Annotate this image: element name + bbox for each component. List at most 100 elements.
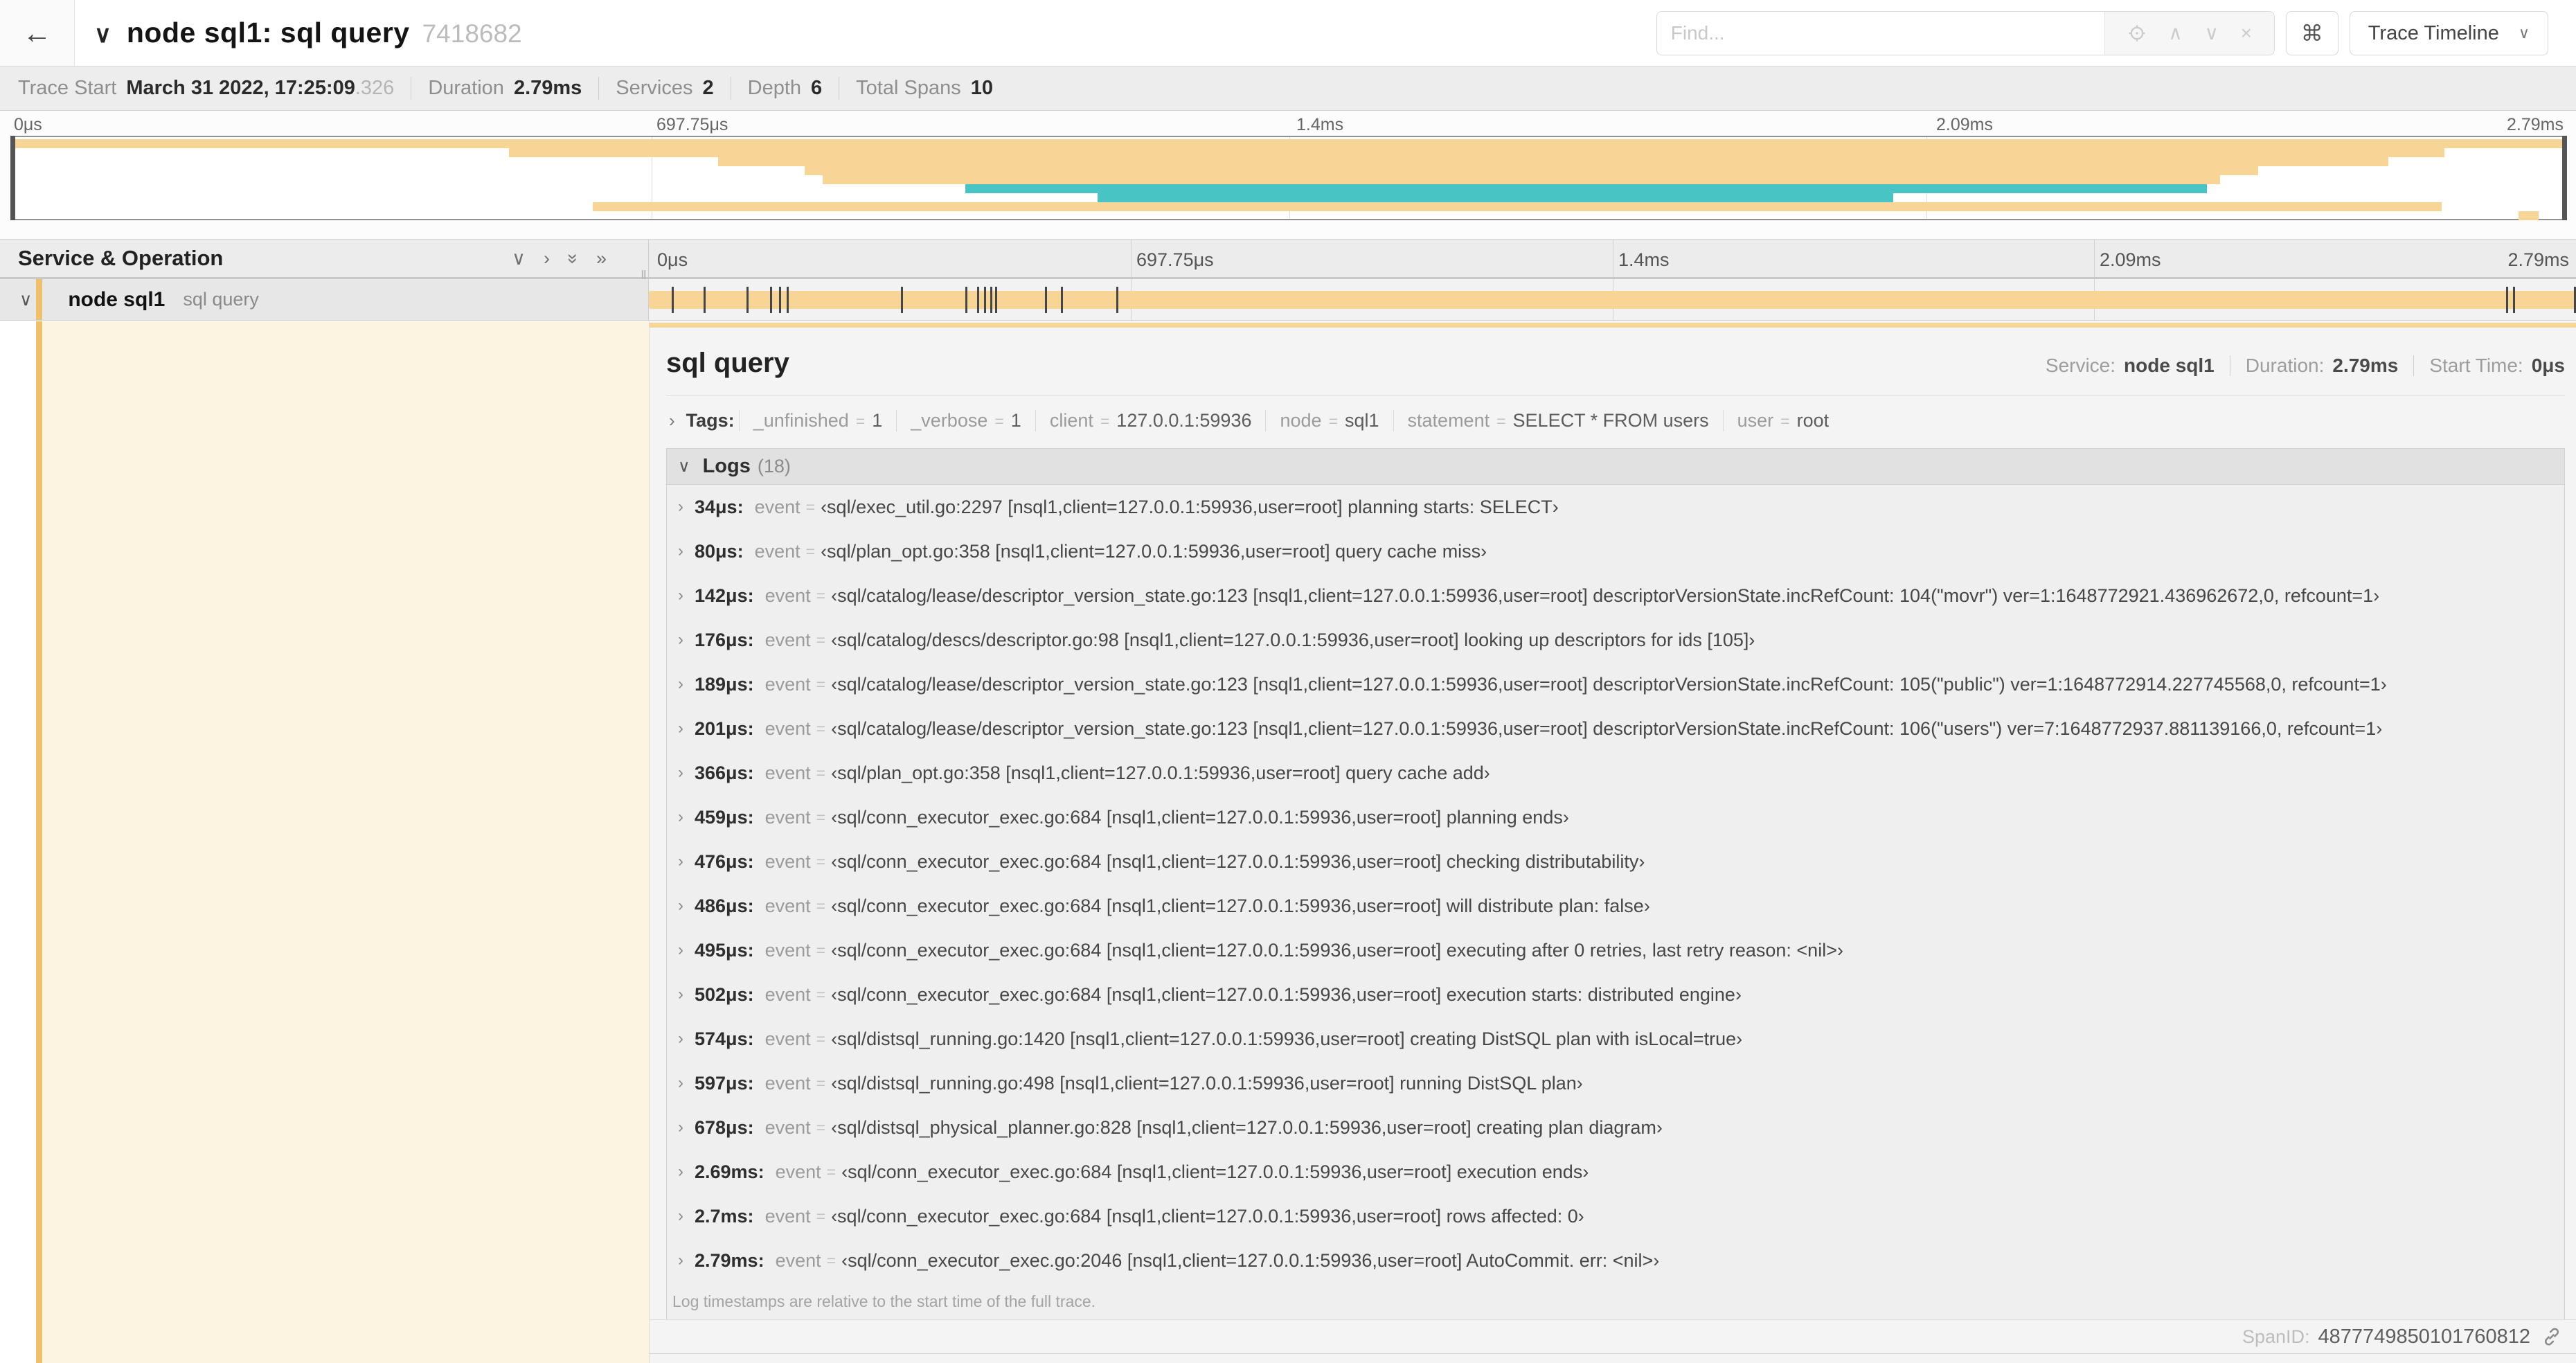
log-marker-tick — [787, 287, 789, 313]
keyboard-shortcuts-button[interactable]: ⌘ — [2285, 11, 2338, 55]
logs-header[interactable]: ∨ Logs (18) — [667, 449, 2564, 485]
log-row[interactable]: › 366μs: event = ‹sql/plan_opt.go:358 [nsql1… — [667, 751, 2564, 795]
log-chevron-icon[interactable]: › — [678, 675, 683, 694]
tag-equals: = — [855, 412, 866, 430]
log-equals: = — [816, 808, 826, 826]
log-chevron-icon[interactable]: › — [678, 896, 683, 916]
log-row[interactable]: › 34μs: event = ‹sql/exec_util.go:2297 [nsql… — [667, 485, 2564, 529]
focus-match-icon[interactable] — [2127, 24, 2147, 43]
log-field-key: event — [775, 1161, 821, 1182]
span-detail-accent-fill — [42, 321, 649, 1363]
log-chevron-icon[interactable]: › — [678, 719, 683, 738]
tag-key: statement — [1407, 410, 1490, 431]
tags-chevron-icon[interactable]: › — [669, 410, 675, 431]
log-chevron-icon[interactable]: › — [678, 1162, 683, 1182]
log-field-value: ‹sql/catalog/lease/descriptor_version_st… — [831, 673, 2387, 695]
back-button[interactable]: ← — [0, 0, 75, 66]
service-label: Service: — [2045, 355, 2116, 376]
log-marker-tick — [746, 287, 749, 313]
log-field-value: ‹sql/conn_executor_exec.go:684 [nsql1,cl… — [831, 806, 1569, 828]
log-row[interactable]: › 2.79ms: event = ‹sql/conn_executor_exec.go… — [667, 1238, 2564, 1283]
log-row[interactable]: › 176μs: event = ‹sql/catalog/descs/descript… — [667, 618, 2564, 662]
log-chevron-icon[interactable]: › — [678, 1251, 683, 1270]
log-field-value: ‹sql/conn_executor_exec.go:684 [nsql1,cl… — [831, 939, 1843, 961]
log-timestamp: 34μs: — [695, 496, 744, 517]
span-row: ∨ node sql1 sql query — [0, 279, 2576, 321]
top-bar: ← ∨ node sql1: sql query 7418682 ∧ ∨ × ⌘… — [0, 0, 2576, 66]
expand-one-icon[interactable]: › — [544, 249, 550, 268]
timeline-axis-label: 2.09ms — [2100, 249, 2161, 270]
log-chevron-icon[interactable]: › — [678, 1206, 683, 1226]
collapse-all-icon[interactable]: » — [563, 253, 584, 263]
log-chevron-icon[interactable]: › — [678, 808, 683, 827]
span-detail-meta: Service: node sql1 Duration: 2.79ms Star… — [2046, 355, 2565, 377]
log-chevron-icon[interactable]: › — [678, 542, 683, 561]
log-row[interactable]: › 486μs: event = ‹sql/conn_executor_exec.go:… — [667, 884, 2564, 928]
minimap-right-handle[interactable] — [2562, 136, 2567, 220]
trace-meta-label: Depth — [747, 77, 802, 99]
span-color-stripe — [36, 279, 42, 320]
log-field-value: ‹sql/conn_executor_exec.go:684 [nsql1,cl… — [841, 1161, 1589, 1182]
minimap-span-bar — [965, 184, 2208, 193]
log-chevron-icon[interactable]: › — [678, 852, 683, 871]
span-children-chevron-icon[interactable]: ∨ — [19, 289, 32, 310]
log-chevron-icon[interactable]: › — [678, 1074, 683, 1093]
minimap-span-bar — [804, 166, 2259, 175]
log-timestamp: 486μs: — [695, 895, 754, 916]
view-selector-button[interactable]: Trace Timeline ∨ — [2349, 11, 2548, 55]
log-timestamp: 502μs: — [695, 983, 754, 1005]
log-row[interactable]: › 459μs: event = ‹sql/conn_executor_exec.go:… — [667, 795, 2564, 839]
log-equals: = — [816, 1074, 826, 1092]
log-row[interactable]: › 80μs: event = ‹sql/plan_opt.go:358 [nsql1,… — [667, 529, 2564, 573]
log-field-value: ‹sql/catalog/lease/descriptor_version_st… — [831, 585, 2380, 606]
log-chevron-icon[interactable]: › — [678, 586, 683, 605]
collapse-one-icon[interactable]: ∨ — [512, 249, 526, 268]
column-resizer-grip[interactable]: ‖ — [641, 267, 652, 285]
log-chevron-icon[interactable]: › — [678, 941, 683, 960]
span-name-cell[interactable]: ∨ node sql1 sql query — [0, 279, 649, 320]
log-chevron-icon[interactable]: › — [678, 1118, 683, 1137]
span-detail-content: sql query Service: node sql1 Duration: 2… — [666, 321, 2565, 1324]
log-chevron-icon[interactable]: › — [678, 763, 683, 783]
log-marker-tick — [990, 287, 992, 313]
tag-equals: = — [1496, 412, 1506, 430]
minimap-span-bar — [822, 175, 2220, 184]
clear-search-icon[interactable]: × — [2241, 24, 2252, 43]
spanid-label: SpanID: — [2242, 1326, 2310, 1347]
log-chevron-icon[interactable]: › — [678, 497, 683, 517]
logs-chevron-icon[interactable]: ∨ — [678, 456, 690, 476]
log-field-value: ‹sql/exec_util.go:2297 [nsql1,client=127… — [821, 496, 1559, 517]
back-arrow-icon: ← — [22, 16, 52, 49]
find-input[interactable] — [1656, 12, 2104, 55]
log-row[interactable]: › 476μs: event = ‹sql/conn_executor_exec.go:… — [667, 839, 2564, 884]
log-row[interactable]: › 678μs: event = ‹sql/distsql_physical_plann… — [667, 1105, 2564, 1150]
log-equals: = — [816, 896, 826, 915]
minimap-span-bar — [1098, 193, 1894, 202]
span-duration-bar[interactable] — [649, 291, 2576, 309]
log-chevron-icon[interactable]: › — [678, 630, 683, 650]
log-row[interactable]: › 142μs: event = ‹sql/catalog/lease/descript… — [667, 573, 2564, 618]
log-field-key: event — [764, 718, 811, 739]
expand-all-icon[interactable]: » — [596, 249, 607, 268]
log-row[interactable]: › 189μs: event = ‹sql/catalog/lease/descript… — [667, 662, 2564, 706]
minimap-canvas[interactable] — [12, 136, 2566, 220]
log-chevron-icon[interactable]: › — [678, 985, 683, 1004]
tags-row[interactable]: › Tags: _unfinished = 1 _verbose = 1 client = 12… — [666, 396, 2565, 444]
log-row[interactable]: › 495μs: event = ‹sql/conn_executor_exec.go:… — [667, 928, 2564, 972]
span-bar-cell[interactable] — [649, 279, 2576, 320]
log-row[interactable]: › 597μs: event = ‹sql/distsql_running.go:498… — [667, 1061, 2564, 1105]
log-row[interactable]: › 2.69ms: event = ‹sql/conn_executor_exec.go… — [667, 1150, 2564, 1194]
trace-meta-value: March 31 2022, 17:25:09.326 — [126, 77, 395, 99]
log-row[interactable]: › 574μs: event = ‹sql/distsql_running.go:142… — [667, 1017, 2564, 1061]
log-row[interactable]: › 2.7ms: event = ‹sql/conn_executor_exec.go:… — [667, 1194, 2564, 1238]
log-row[interactable]: › 502μs: event = ‹sql/conn_executor_exec.go:… — [667, 972, 2564, 1017]
log-field-key: event — [764, 585, 811, 606]
deep-link-icon[interactable] — [2541, 1326, 2562, 1347]
next-match-icon[interactable]: ∨ — [2204, 24, 2219, 43]
trace-collapse-chevron-icon[interactable]: ∨ — [94, 21, 111, 48]
log-marker-tick — [1060, 287, 1063, 313]
log-row[interactable]: › 201μs: event = ‹sql/catalog/lease/descript… — [667, 706, 2564, 751]
prev-match-icon[interactable]: ∧ — [2168, 24, 2183, 43]
minimap-left-handle[interactable] — [10, 136, 15, 220]
log-chevron-icon[interactable]: › — [678, 1029, 683, 1049]
